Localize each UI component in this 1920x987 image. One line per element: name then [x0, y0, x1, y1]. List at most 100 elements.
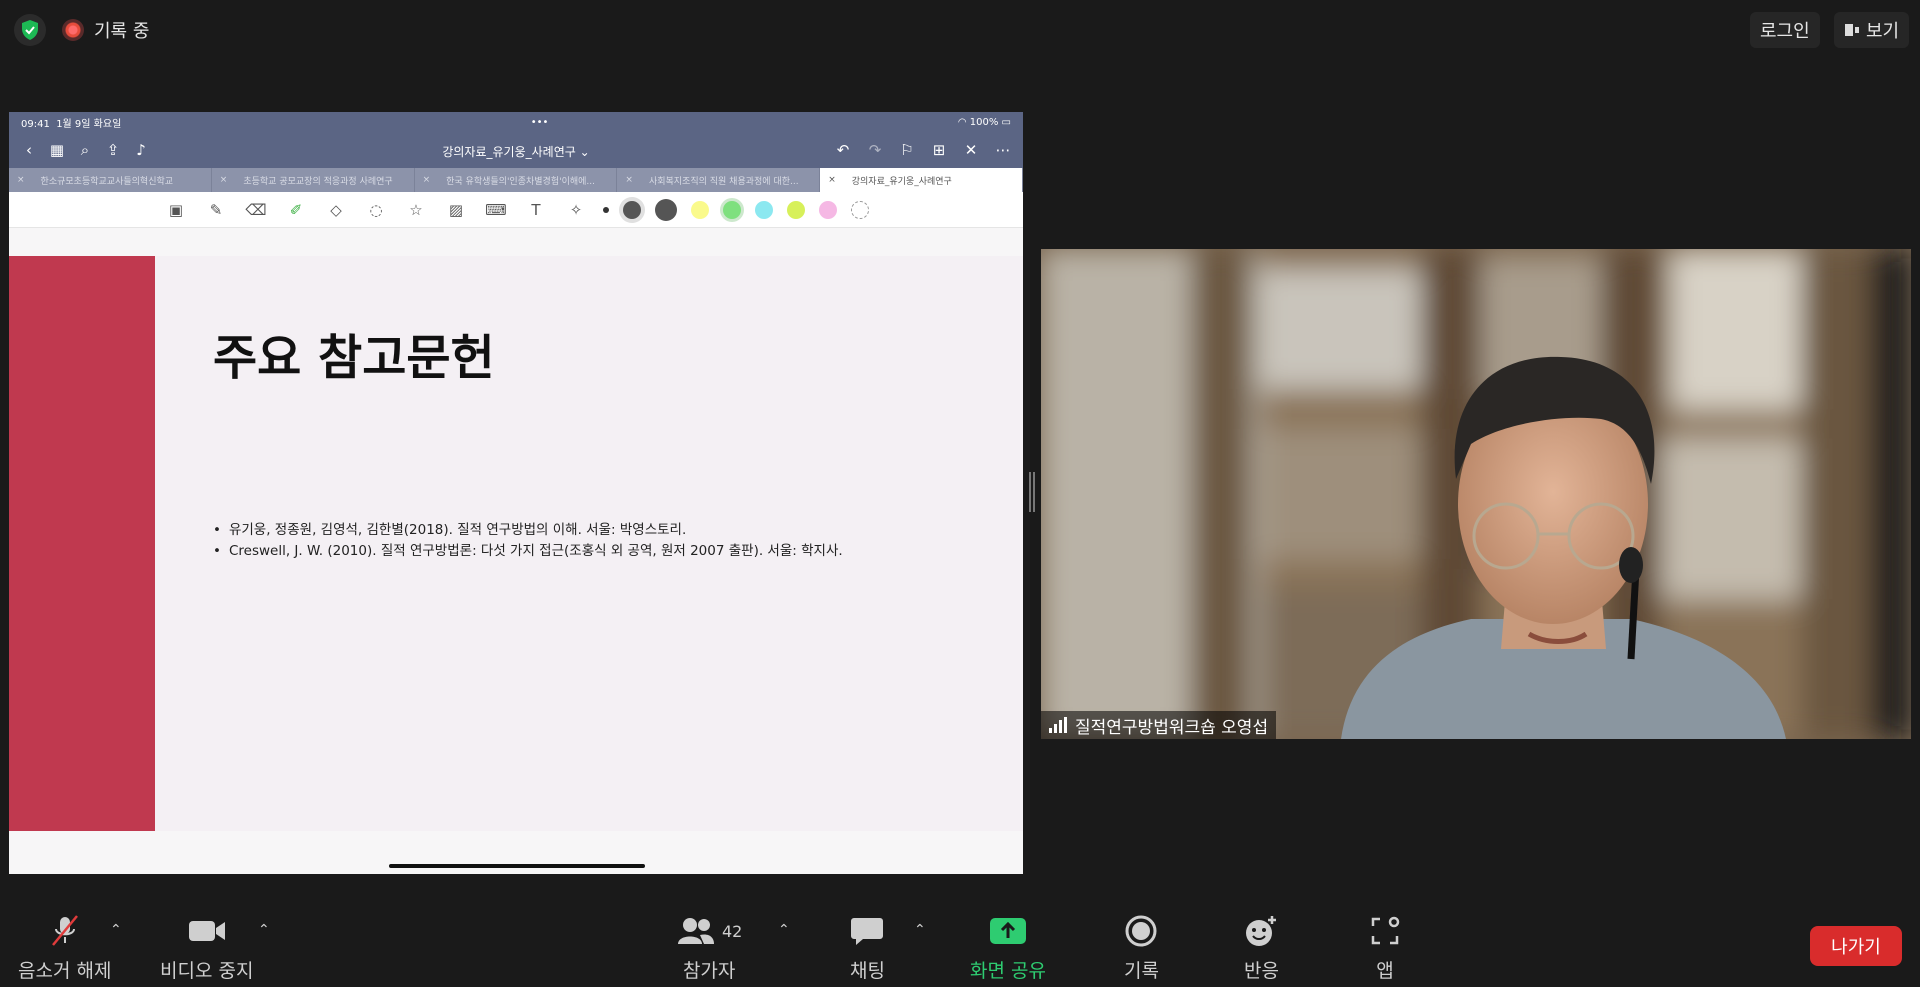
- bookmark-icon[interactable]: ⚐: [893, 136, 921, 164]
- document-tabs: × 한소규모초등학교교사들의혁신학교 × 초등학교 공모교장의 적응과정 사례연구 …: [9, 168, 1023, 192]
- add-page-icon[interactable]: ⊞: [925, 136, 953, 164]
- size-small-dot[interactable]: [603, 206, 609, 213]
- document-tab[interactable]: × 사회복지조직의 직원 채용과정에 대한...: [617, 168, 821, 192]
- reference-item: 유기웅, 정종원, 김영석, 김한별(2018). 질적 연구방법의 이해. 서…: [213, 520, 843, 541]
- reactions-button[interactable]: 반응: [1244, 914, 1279, 983]
- share-icon[interactable]: ⇪: [99, 136, 127, 164]
- video-options-caret-icon[interactable]: ⌃: [258, 922, 270, 938]
- redo-icon[interactable]: ↷: [861, 136, 889, 164]
- color-green-swatch[interactable]: [723, 200, 741, 219]
- slide-content: 주요 참고문헌 유기웅, 정종원, 김영석, 김한별(2018). 질적 연구방…: [155, 256, 1023, 831]
- size-large-dot[interactable]: [655, 198, 677, 221]
- slide-title: 주요 참고문헌: [213, 330, 495, 386]
- mic-muted-icon: [47, 914, 83, 948]
- participants-icon: 42: [676, 914, 742, 948]
- ipad-status-bar: 09:41 1월 9일 화요일 ••• ◠ 100% ▭: [9, 112, 1023, 132]
- stop-video-label: 비디오 중지: [160, 960, 254, 982]
- participants-options-caret-icon[interactable]: ⌃: [778, 922, 790, 938]
- slide: 주요 참고문헌 유기웅, 정종원, 김영석, 김한별(2018). 질적 연구방…: [9, 256, 1023, 831]
- image-icon[interactable]: ▨: [443, 197, 469, 223]
- laser-pointer-icon[interactable]: ✧: [563, 197, 589, 223]
- tab-close-icon[interactable]: ×: [220, 175, 228, 185]
- chat-options-caret-icon[interactable]: ⌃: [914, 922, 926, 938]
- participants-count: 42: [722, 921, 743, 941]
- reference-item: Creswell, J. W. (2010). 질적 연구방법론: 다섯 가지 …: [213, 541, 843, 562]
- recording-indicator[interactable]: 기록 중: [62, 14, 149, 46]
- share-screen-label: 화면 공유: [970, 960, 1046, 982]
- tab-close-icon[interactable]: ×: [625, 175, 633, 185]
- tab-close-icon[interactable]: ×: [423, 175, 431, 185]
- shared-screen: 09:41 1월 9일 화요일 ••• ◠ 100% ▭ ‹ ▦ ⌕ ⇪ ♪ 강…: [9, 112, 1023, 874]
- size-medium-dot[interactable]: [623, 200, 641, 219]
- signal-strength-icon: [1049, 717, 1067, 733]
- back-icon[interactable]: ‹: [15, 136, 43, 164]
- unmute-button[interactable]: 음소거 해제: [18, 914, 111, 983]
- view-button[interactable]: 보기: [1834, 12, 1910, 48]
- recording-dot-icon: [62, 19, 84, 41]
- chat-button[interactable]: 채팅: [850, 914, 885, 983]
- leave-button[interactable]: 나가기: [1810, 926, 1902, 966]
- mic-icon[interactable]: ♪: [127, 136, 155, 164]
- audio-options-caret-icon[interactable]: ⌃: [110, 922, 122, 938]
- annotation-toolbar: ▣ ✎ ⌫ ✐ ◇ ◌ ☆ ▨ ⌨ T ✧: [9, 192, 1023, 228]
- video-camera-icon: [187, 914, 227, 948]
- apps-button[interactable]: 앱: [1370, 914, 1400, 983]
- chat-bubble-icon: [850, 914, 884, 948]
- status-date: 1월 9일 화요일: [56, 118, 122, 130]
- record-button[interactable]: 기록: [1124, 914, 1159, 983]
- color-cyan-swatch[interactable]: [755, 200, 773, 219]
- share-screen-icon: [989, 914, 1027, 948]
- color-pink-swatch[interactable]: [819, 200, 837, 219]
- sticker-icon[interactable]: ☆: [403, 197, 429, 223]
- reference-list: 유기웅, 정종원, 김영석, 김한별(2018). 질적 연구방법의 이해. 서…: [213, 520, 843, 562]
- tab-label: 사회복지조직의 직원 채용과정에 대한...: [648, 176, 799, 187]
- view-label: 보기: [1866, 21, 1900, 42]
- lasso-icon[interactable]: ◌: [363, 197, 389, 223]
- apps-icon: [1370, 914, 1400, 948]
- login-button[interactable]: 로그인: [1750, 12, 1820, 48]
- close-icon[interactable]: ✕: [957, 136, 985, 164]
- text-box-icon[interactable]: T: [523, 197, 549, 223]
- more-icon[interactable]: ⋯: [989, 136, 1017, 164]
- image-scan-icon[interactable]: ▣: [163, 197, 189, 223]
- color-lime-swatch[interactable]: [787, 200, 805, 219]
- record-label: 기록: [1124, 960, 1159, 982]
- tab-close-icon[interactable]: ×: [17, 175, 25, 185]
- pen-icon[interactable]: ✎: [203, 197, 229, 223]
- color-yellow-swatch[interactable]: [691, 200, 709, 219]
- battery-icon: ▭: [1001, 116, 1011, 128]
- apps-label: 앱: [1376, 960, 1394, 982]
- eraser-icon[interactable]: ⌫: [243, 197, 269, 223]
- tab-close-icon[interactable]: ×: [828, 175, 836, 185]
- participants-button[interactable]: 42 참가자: [676, 914, 742, 983]
- document-tab-active[interactable]: × 강의자료_유기웅_사례연구: [820, 168, 1023, 192]
- highlighter-icon[interactable]: ✐: [283, 197, 309, 223]
- stop-video-button[interactable]: 비디오 중지: [160, 914, 253, 983]
- grid-icon[interactable]: ▦: [43, 136, 71, 164]
- split-resize-handle[interactable]: [1029, 472, 1035, 512]
- participant-video-tile[interactable]: 질적연구방법워크숍 오영섭: [1041, 249, 1911, 739]
- tab-label: 한국 유학생들의'인종차별경험'이해에...: [446, 176, 596, 187]
- security-shield-icon[interactable]: [14, 14, 46, 46]
- add-color-icon[interactable]: [851, 200, 869, 219]
- document-tab[interactable]: × 한국 유학생들의'인종차별경험'이해에...: [415, 168, 618, 192]
- document-tab[interactable]: × 초등학교 공모교장의 적응과정 사례연구: [212, 168, 415, 192]
- participant-video-feed: [1041, 249, 1911, 739]
- keyboard-icon[interactable]: ⌨: [483, 197, 509, 223]
- tab-label: 초등학교 공모교장의 적응과정 사례연구: [243, 176, 393, 187]
- document-tab[interactable]: × 한소규모초등학교교사들의혁신학교: [9, 168, 212, 192]
- more-dots-icon: •••: [530, 116, 549, 128]
- reaction-smiley-icon: [1244, 914, 1278, 948]
- search-icon[interactable]: ⌕: [71, 136, 99, 164]
- recording-label: 기록 중: [94, 21, 150, 42]
- participant-name: 질적연구방법워크숍 오영섭: [1075, 717, 1269, 738]
- participant-name-tag: 질적연구방법워크숍 오영섭: [1041, 711, 1277, 739]
- slide-accent-bar: [9, 256, 155, 831]
- undo-icon[interactable]: ↶: [829, 136, 857, 164]
- meeting-top-bar: 기록 중 로그인 보기: [0, 0, 1920, 60]
- view-layout-icon: [1845, 24, 1859, 36]
- home-indicator: [389, 864, 645, 868]
- wifi-icon: ◠: [957, 116, 967, 128]
- shapes-icon[interactable]: ◇: [323, 197, 349, 223]
- share-screen-button[interactable]: 화면 공유: [970, 914, 1046, 983]
